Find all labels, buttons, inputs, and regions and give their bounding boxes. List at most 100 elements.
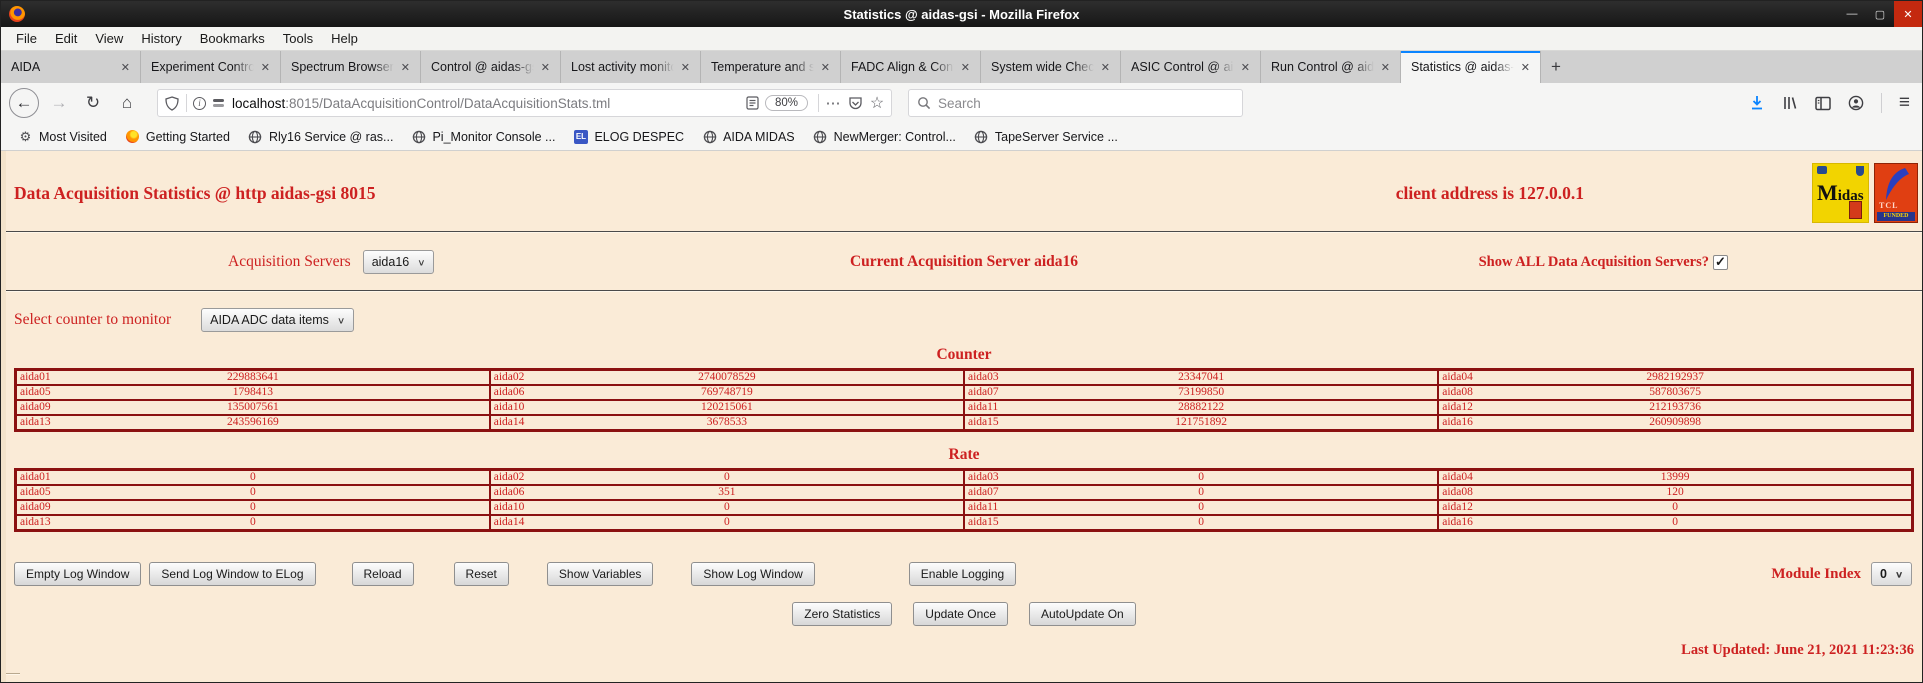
library-icon[interactable] [1782,95,1798,111]
channel-name: aida14 [494,516,525,529]
tab-close-icon[interactable]: ✕ [957,59,974,76]
tab-6[interactable]: Temperature and sta✕ [701,51,841,83]
bookmark-label: NewMerger: Control... [834,130,956,144]
tab-close-icon[interactable]: ✕ [1097,59,1114,76]
new-tab-button[interactable]: + [1541,51,1571,83]
reload-button[interactable]: Reload [352,562,414,586]
zoom-level-button[interactable]: 80% [765,95,808,111]
tab-close-icon[interactable]: ✕ [117,59,134,76]
counter-cell: aida050 [16,485,490,500]
channel-name: aida15 [968,416,999,429]
url-bar[interactable]: i localhost:8015/DataAcquisitionControl/… [157,89,892,117]
update-once-button[interactable]: Update Once [913,602,1008,626]
counter-cell: aida130 [16,515,490,531]
sidebar-toggle-icon[interactable] [1815,95,1831,111]
channel-value: 0 [491,516,963,529]
midas-logo: Midas [1812,163,1869,223]
table-row: aida051798413aida06769748719aida07731998… [16,385,1913,400]
counter-cell: aida08587803675 [1438,385,1912,400]
search-bar[interactable]: Search [908,89,1243,117]
bookmark-getting-started[interactable]: Getting Started [118,126,237,147]
select-counter-label: Select counter to monitor [14,311,171,329]
show-variables-button[interactable]: Show Variables [547,562,654,586]
counter-cell: aida01229883641 [16,370,490,386]
account-icon[interactable] [1848,95,1864,111]
page-actions-icon[interactable]: ⋯ [825,95,841,111]
tab-close-icon[interactable]: ✕ [817,59,834,76]
menu-file[interactable]: File [7,29,46,48]
module-index-select[interactable]: 0∨ [1871,562,1912,586]
bookmark-newmerger-control[interactable]: NewMerger: Control... [806,126,963,147]
counter-cell: aida010 [16,470,490,486]
tab-close-icon[interactable]: ✕ [257,59,274,76]
channel-value: 587803675 [1439,386,1911,399]
show-all-servers-checkbox[interactable]: ✓ [1713,255,1728,270]
permissions-icon[interactable] [213,99,224,107]
tab-7[interactable]: FADC Align & Contro✕ [841,51,981,83]
tab-5[interactable]: Lost activity monitor✕ [561,51,701,83]
site-info-icon[interactable]: i [193,97,206,110]
menu-help[interactable]: Help [322,29,367,48]
bookmark-elog-despec[interactable]: ELELOG DESPEC [566,126,691,147]
tab-label: Statistics @ aidas-g [1411,60,1517,74]
home-button[interactable]: ⌂ [113,89,141,117]
bookmark-rly16-service-ras[interactable]: Rly16 Service @ ras... [241,126,401,147]
channel-value: 3678533 [491,416,963,429]
menu-tools[interactable]: Tools [274,29,322,48]
url-text[interactable]: localhost:8015/DataAcquisitionControl/Da… [232,96,745,111]
home-link[interactable]: Home [14,681,49,682]
reload-button[interactable]: ↻ [79,89,107,117]
tab-2[interactable]: Experiment Control✕ [141,51,281,83]
enable-logging-button[interactable]: Enable Logging [909,562,1016,586]
pocket-icon[interactable] [847,95,863,111]
tab-close-icon[interactable]: ✕ [537,59,554,76]
zero-statistics-button[interactable]: Zero Statistics [792,602,892,626]
channel-name: aida01 [20,471,51,484]
menu-view[interactable]: View [86,29,132,48]
counter-cell: aida051798413 [16,385,490,400]
channel-name: aida07 [968,486,999,499]
app-menu-icon[interactable]: ≡ [1899,92,1910,114]
table-row: aida050aida06351aida070aida08120 [16,485,1913,500]
tab-9[interactable]: ASIC Control @ aida✕ [1121,51,1261,83]
shield-icon[interactable] [164,95,180,111]
show-log-window-button[interactable]: Show Log Window [691,562,814,586]
tab-1[interactable]: AIDA✕ [1,51,141,83]
forward-button[interactable]: → [45,89,73,117]
counter-type-select[interactable]: AIDA ADC data items∨ [201,308,354,332]
send-log-window-to-elog-button[interactable]: Send Log Window to ELog [149,562,315,586]
empty-log-window-button[interactable]: Empty Log Window [14,562,141,586]
tab-3[interactable]: Spectrum Browser @✕ [281,51,421,83]
tab-label: Temperature and sta [711,60,817,74]
gear-icon: ⚙ [18,129,33,144]
menu-history[interactable]: History [132,29,190,48]
tab-8[interactable]: System wide Checks✕ [981,51,1121,83]
bookmark-most-visited[interactable]: ⚙Most Visited [11,126,114,147]
tab-close-icon[interactable]: ✕ [1237,59,1254,76]
channel-value: 0 [17,486,489,499]
autoupdate-on-button[interactable]: AutoUpdate On [1029,602,1136,626]
bookmark-label: TapeServer Service ... [995,130,1118,144]
channel-value: 351 [491,486,963,499]
menu-edit[interactable]: Edit [46,29,86,48]
bookmark-aida-midas[interactable]: AIDA MIDAS [695,126,802,147]
bookmark-tapeserver-service[interactable]: TapeServer Service ... [967,126,1125,147]
reader-mode-icon[interactable] [745,95,761,111]
menu-bookmarks[interactable]: Bookmarks [191,29,274,48]
counter-cell: aida110 [964,500,1438,515]
tab-4[interactable]: Control @ aidas-gsi✕ [421,51,561,83]
channel-name: aida02 [494,371,525,384]
tab-10[interactable]: Run Control @ aidas✕ [1261,51,1401,83]
back-button[interactable]: ← [9,88,39,118]
downloads-icon[interactable] [1749,95,1765,111]
tab-close-icon[interactable]: ✕ [1517,59,1534,76]
tab-11[interactable]: Statistics @ aidas-g✕ [1401,51,1541,83]
bookmark-pi-monitor-console[interactable]: Pi_Monitor Console ... [404,126,562,147]
bookmark-star-icon[interactable]: ☆ [869,95,885,111]
tab-close-icon[interactable]: ✕ [397,59,414,76]
counter-heading: Counter [6,346,1922,364]
counter-cell: aida022740078529 [490,370,964,386]
reset-button[interactable]: Reset [454,562,509,586]
tab-close-icon[interactable]: ✕ [1377,59,1394,76]
tab-close-icon[interactable]: ✕ [677,59,694,76]
